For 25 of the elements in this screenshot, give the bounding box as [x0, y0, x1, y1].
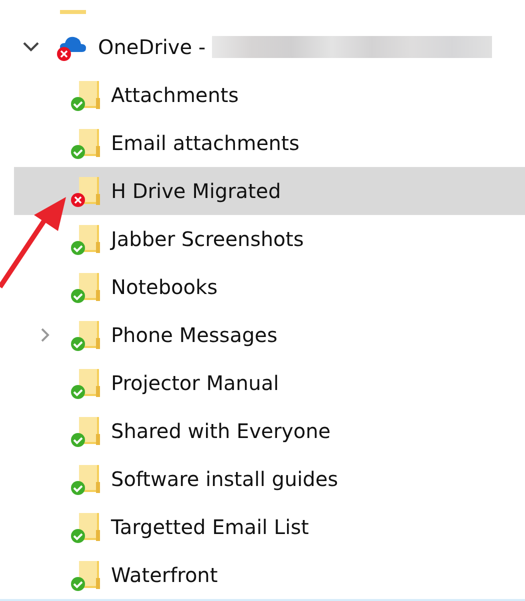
tree-item[interactable]: Phone Messages	[14, 311, 525, 359]
tree-item-label: Email attachments	[111, 131, 300, 155]
tree-item[interactable]: Jabber Screenshots	[14, 215, 525, 263]
chevron-down-icon[interactable]	[22, 41, 40, 53]
tree-item-label: Waterfront	[111, 563, 218, 587]
tree-item[interactable]: Shared with Everyone	[14, 407, 525, 455]
tree-item-label: H Drive Migrated	[111, 179, 281, 203]
chevron-right-icon[interactable]	[39, 327, 51, 343]
tree-item-label: Attachments	[111, 83, 239, 107]
tree-item[interactable]: Software install guides	[14, 455, 525, 503]
tree-item[interactable]: Attachments	[14, 71, 525, 119]
tree-item[interactable]: Email attachments	[14, 119, 525, 167]
tree-item[interactable]: Targetted Email List	[14, 503, 525, 551]
tree-item[interactable]: Waterfront	[14, 551, 525, 599]
tree-item[interactable]: Notebooks	[14, 263, 525, 311]
tree-item-label: Projector Manual	[111, 371, 279, 395]
tree-item-label: Notebooks	[111, 275, 218, 299]
tree-item[interactable]: H Drive Migrated	[14, 167, 525, 215]
tree-item-label: Software install guides	[111, 467, 338, 491]
tree-item-label: Shared with Everyone	[111, 419, 331, 443]
tree-item[interactable]: Projector Manual	[14, 359, 525, 407]
tree-item-label: Targetted Email List	[111, 515, 309, 539]
tree-item-label: Phone Messages	[111, 323, 278, 347]
tree-item-label: Jabber Screenshots	[111, 227, 304, 251]
tree-item-label[interactable]: OneDrive -	[98, 35, 206, 59]
